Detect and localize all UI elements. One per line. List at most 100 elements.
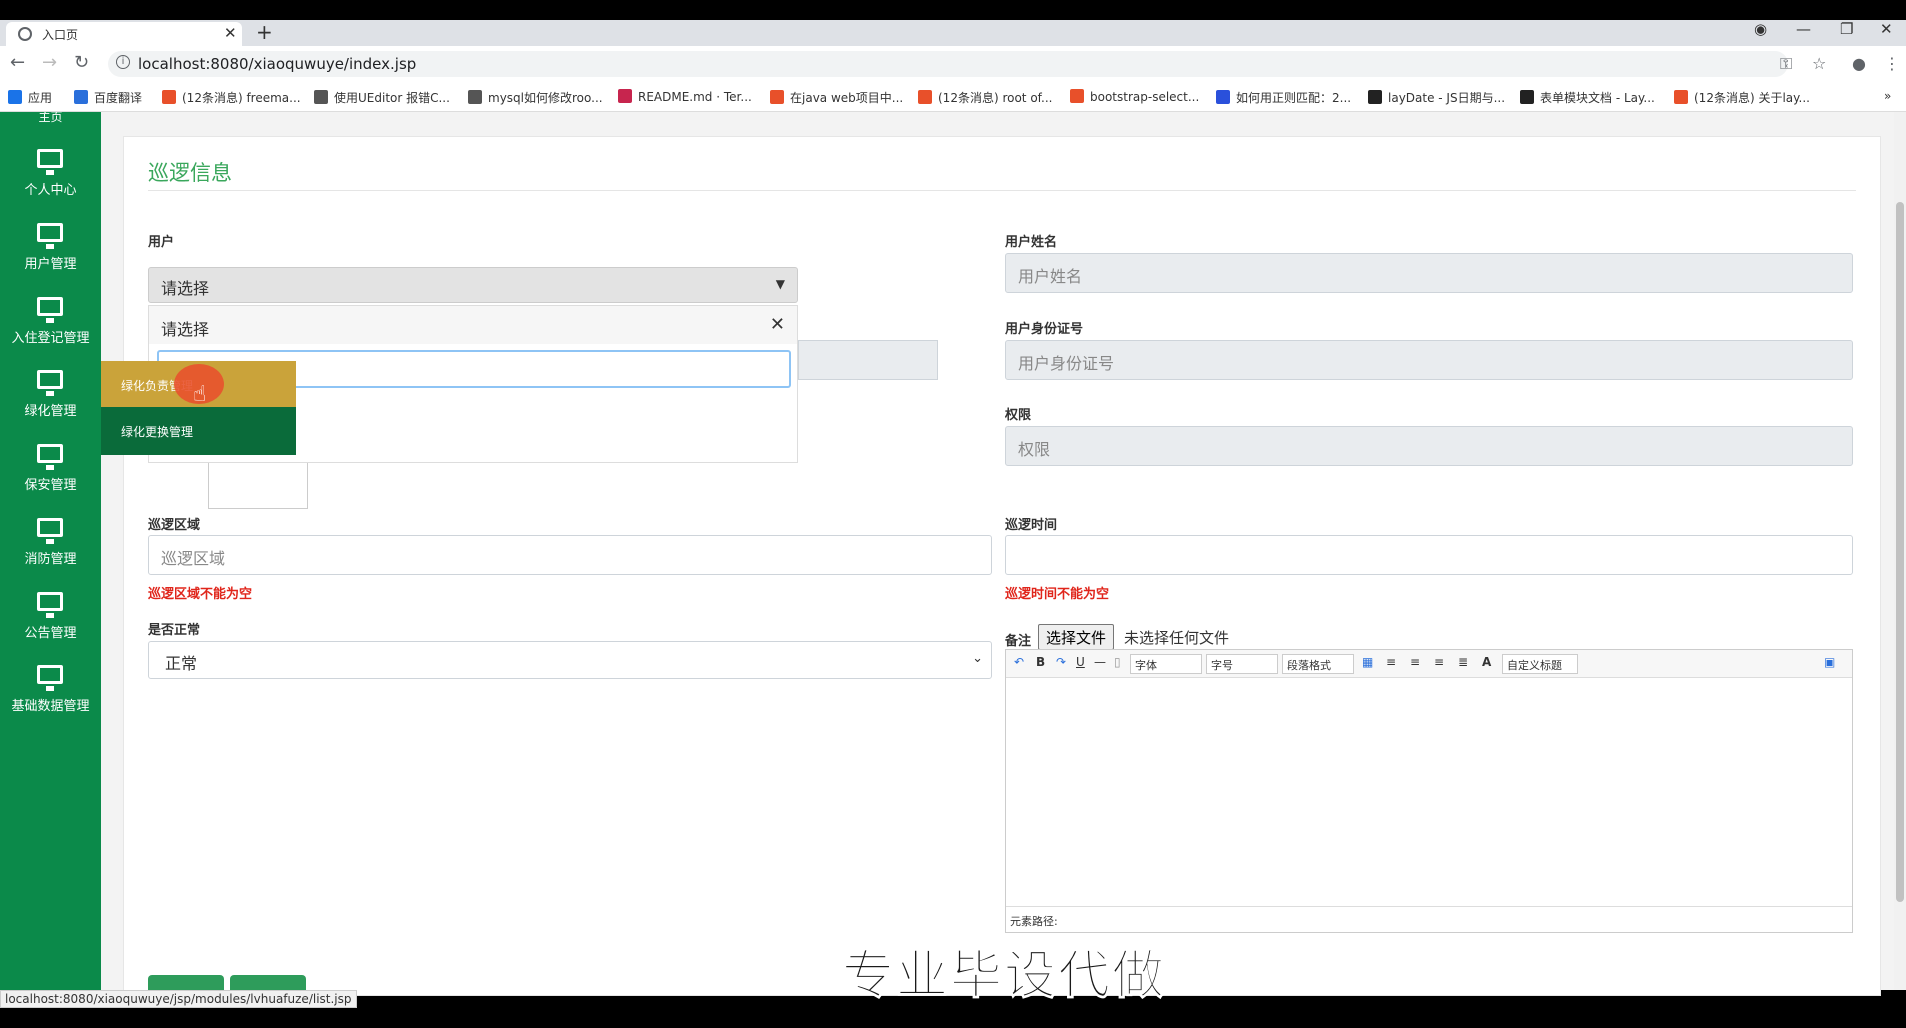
time-error: 巡逻时间不能为空 [1005,587,1110,602]
user-select[interactable]: 请选择 ▼ [148,267,798,303]
bookmark-item[interactable]: 使用UEditor 报错C... [314,89,450,106]
justify-icon[interactable]: ≣ [1458,655,1468,669]
sidebar-item-label: 消防管理 [24,552,77,567]
close-window-icon[interactable]: ✕ [1880,20,1893,38]
bookmark-item[interactable]: 如何用正则匹配：2... [1216,89,1351,106]
dropdown-header[interactable]: 请选择 ✕ [149,306,797,344]
choose-file-button[interactable]: 选择文件 [1038,624,1115,650]
sidebar-item-fire[interactable]: 消防管理 [0,510,101,584]
bookmark-item[interactable]: 百度翻译 [74,89,142,106]
monitor-icon [37,518,63,544]
bookmark-favicon-icon [770,90,784,104]
bookmark-item[interactable]: (12条消息) freema... [162,89,301,106]
bookmarks-bar: 应用 百度翻译 (12条消息) freema... 使用UEditor 报错C.… [0,82,1906,112]
sidebar-item-basic-data[interactable]: 基础数据管理 [0,657,101,731]
permission-field[interactable]: 权限 [1005,426,1853,466]
element-path: 元素路径: [1006,906,1852,932]
area-label: 巡逻区域 [148,518,201,533]
paragraph-select[interactable]: 段落格式 [1282,654,1354,674]
menu-icon[interactable]: ⋮ [1884,54,1900,73]
sidebar-item-label: 用户管理 [24,257,77,272]
bookmark-item[interactable]: layDate - JS日期与... [1368,89,1505,106]
title-divider [148,190,1856,191]
bookmark-favicon-icon [1216,90,1230,104]
sidebar-item-label: 个人中心 [24,183,77,198]
align-left-icon[interactable]: ≡ [1386,655,1396,669]
horizontal-rule-icon[interactable]: — [1094,655,1106,669]
new-tab-icon[interactable]: + [256,20,273,44]
size-select[interactable]: 字号 [1206,654,1278,674]
sidebar-item-greening[interactable]: 绿化管理 [0,362,101,436]
bookmark-item[interactable]: 在java web项目中... [770,89,903,106]
font-color-icon[interactable]: A [1482,655,1491,669]
bookmark-favicon-icon [1674,90,1688,104]
page-scrollbar[interactable] [1894,112,1906,990]
bookmark-item[interactable]: bootstrap-select... [1070,89,1199,104]
user-name-label: 用户姓名 [1005,235,1058,250]
redo-icon[interactable]: ↷ [1056,655,1066,669]
bold-icon[interactable]: B [1036,655,1045,669]
forward-icon[interactable]: → [42,52,57,73]
font-select[interactable]: 字体 [1130,654,1202,674]
sidebar-item-profile[interactable]: 个人中心 [0,141,101,215]
custom-title-select[interactable]: 自定义标题 [1502,654,1578,674]
align-right-icon[interactable]: ≡ [1410,655,1420,669]
hand-pointer-icon: ☝ [193,382,207,407]
sidebar-item-security[interactable]: 保安管理 [0,436,101,510]
undo-icon[interactable]: ↶ [1014,655,1024,669]
bookmark-favicon-icon [314,90,328,104]
sidebar-item-users[interactable]: 用户管理 [0,215,101,289]
fullscreen-icon[interactable]: ▣ [1824,655,1835,669]
normal-select[interactable]: 正常 ⌄ [148,641,992,679]
monitor-icon [37,444,63,470]
info-icon[interactable]: i [116,55,130,69]
tab-title: 入口页 [42,28,79,42]
bookmark-item[interactable]: README.md · Ter... [618,89,752,104]
bookmark-item[interactable]: 表单模块文档 - Lay... [1520,89,1655,106]
area-input[interactable]: 巡逻区域 [148,535,992,575]
time-label: 巡逻时间 [1005,518,1058,533]
close-tab-icon[interactable]: ✕ [224,24,237,42]
bookmark-favicon-icon [74,90,88,104]
bookmark-favicon-icon [1520,90,1534,104]
editor-toolbar: ↶ B ↷ U — ▯ 字体 字号 段落格式 ▦ ≡ ≡ ≡ ≣ A 自定义标题 [1006,650,1852,678]
user-hidden-field [798,340,938,380]
bookmark-item[interactable]: (12条消息) root of... [918,89,1052,106]
key-icon[interactable]: ⚿ [1780,54,1792,74]
minimize-icon[interactable]: — [1796,20,1811,38]
star-icon[interactable]: ☆ [1812,54,1826,73]
globe-icon [18,27,32,41]
back-icon[interactable]: ← [10,52,25,73]
monitor-icon [37,297,63,323]
time-input[interactable] [1005,535,1853,575]
bookmark-item[interactable]: mysql如何修改roo... [468,89,603,106]
bookmark-apps[interactable]: 应用 [8,89,52,106]
account-icon[interactable]: ● [1852,54,1866,73]
browser-tab[interactable]: 入口页 ✕ [6,22,242,46]
reload-icon[interactable]: ↻ [74,52,89,73]
address-bar-row: ← → ↻ i localhost:8080/xiaoquwuye/index.… [0,46,1906,82]
normal-select-value: 正常 [165,654,198,673]
sidebar-item-notice[interactable]: 公告管理 [0,584,101,658]
close-icon[interactable]: ✕ [770,314,785,335]
profile-menu-icon[interactable]: ◉ [1754,20,1767,38]
bookmark-item[interactable]: (12条消息) 关于lay... [1674,89,1810,106]
underline-icon[interactable]: U [1076,655,1085,669]
sidebar-item-label: 绿化管理 [24,404,77,419]
sidebar-item-label: 入住登记管理 [11,331,90,346]
submenu-item-greening-replace[interactable]: 绿化更换管理 [101,407,296,455]
more-bookmarks-icon[interactable]: » [1884,89,1891,103]
user-name-field[interactable]: 用户姓名 [1005,253,1853,293]
scrollbar-thumb[interactable] [1896,202,1904,902]
align-center-icon[interactable]: ≡ [1434,655,1444,669]
document-icon[interactable]: ▯ [1114,655,1121,669]
sidebar-item-checkin[interactable]: 入住登记管理 [0,289,101,363]
page-title: 巡逻信息 [148,161,232,185]
user-name-placeholder: 用户姓名 [1018,267,1083,286]
restore-icon[interactable]: ❐ [1840,20,1853,38]
url-field[interactable]: i localhost:8080/xiaoquwuye/index.jsp [108,51,1788,77]
area-error: 巡逻区域不能为空 [148,587,253,602]
id-card-field[interactable]: 用户身份证号 [1005,340,1853,380]
table-icon[interactable]: ▦ [1362,655,1373,669]
sidebar-item-home-partial[interactable]: 主页 [0,112,101,125]
